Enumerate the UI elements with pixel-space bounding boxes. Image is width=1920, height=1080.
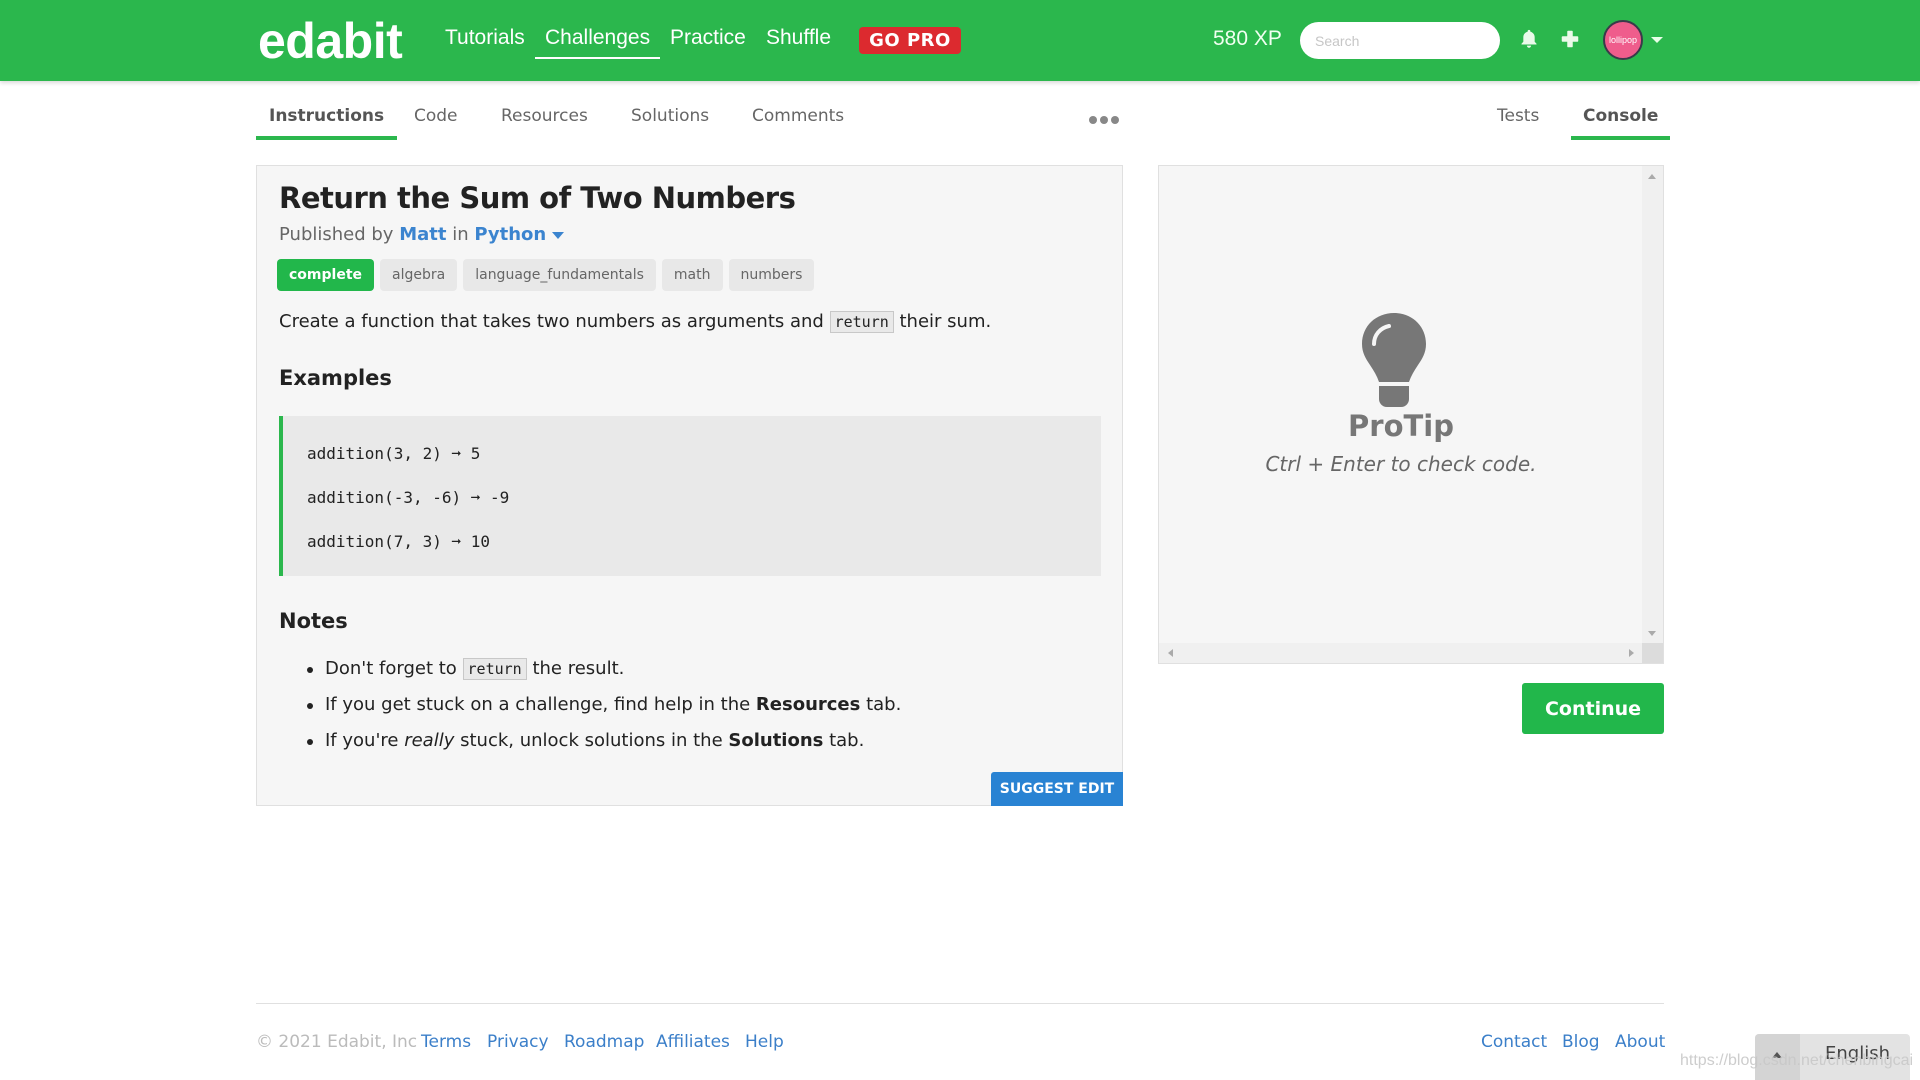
note-text: Don't forget to bbox=[325, 658, 457, 679]
author-link[interactable]: Matt bbox=[399, 224, 446, 245]
tag-language-fundamentals[interactable]: language_fundamentals bbox=[463, 259, 656, 291]
caret-down-icon bbox=[552, 231, 565, 239]
nav-practice[interactable]: Practice bbox=[670, 26, 746, 50]
scroll-up-icon[interactable] bbox=[1648, 174, 1656, 179]
published-prefix: Published by bbox=[279, 224, 394, 245]
note-text: If you're bbox=[325, 730, 399, 751]
tab-comments[interactable]: Comments bbox=[739, 106, 857, 136]
plus-icon[interactable] bbox=[1559, 28, 1581, 50]
note-text: tab. bbox=[829, 730, 865, 751]
chevron-down-icon[interactable] bbox=[1651, 37, 1663, 43]
protip-title: ProTip bbox=[1348, 409, 1454, 443]
continue-button[interactable]: Continue bbox=[1522, 683, 1664, 734]
language-label: Python bbox=[474, 224, 547, 245]
language-dropdown[interactable]: Python bbox=[474, 224, 565, 245]
note-text: the result. bbox=[532, 658, 625, 679]
footer-link-privacy[interactable]: Privacy bbox=[487, 1032, 549, 1052]
notes-list: Don't forget to return the result. If yo… bbox=[307, 653, 901, 761]
suggest-edit-button[interactable]: SUGGEST EDIT bbox=[991, 772, 1123, 806]
example-line: addition(-3, -6) ➞ -9 bbox=[307, 488, 510, 507]
examples-heading: Examples bbox=[279, 366, 392, 390]
footer-link-terms[interactable]: Terms bbox=[421, 1032, 471, 1052]
lightbulb-icon bbox=[1362, 313, 1426, 407]
more-options-icon[interactable] bbox=[1089, 116, 1119, 124]
tag-complete[interactable]: complete bbox=[277, 259, 375, 291]
note-item: If you get stuck on a challenge, find he… bbox=[307, 689, 901, 725]
tag-algebra[interactable]: algebra bbox=[380, 259, 458, 291]
desc-text: their sum. bbox=[899, 311, 992, 332]
examples-block: addition(3, 2) ➞ 5 addition(-3, -6) ➞ -9… bbox=[279, 416, 1101, 576]
vertical-scrollbar[interactable] bbox=[1642, 166, 1663, 644]
footer-link-roadmap[interactable]: Roadmap bbox=[564, 1032, 644, 1052]
scroll-left-icon[interactable] bbox=[1168, 649, 1173, 657]
tab-tests[interactable]: Tests bbox=[1484, 106, 1552, 136]
challenge-title: Return the Sum of Two Numbers bbox=[279, 181, 796, 215]
challenge-description: Create a function that takes two numbers… bbox=[279, 311, 992, 333]
example-line: addition(3, 2) ➞ 5 bbox=[307, 444, 481, 463]
tab-instructions[interactable]: Instructions bbox=[256, 106, 398, 140]
console-panel: ProTip Ctrl + Enter to check code. bbox=[1158, 165, 1664, 664]
note-bold: Solutions bbox=[728, 730, 824, 751]
footer-link-affiliates[interactable]: Affiliates bbox=[656, 1032, 730, 1052]
published-info: Published by Matt in Python bbox=[279, 224, 565, 245]
horizontal-scrollbar[interactable] bbox=[1159, 643, 1643, 663]
note-text: stuck, unlock solutions in the bbox=[460, 730, 723, 751]
scroll-down-icon[interactable] bbox=[1648, 631, 1656, 636]
scrollbar-corner bbox=[1642, 643, 1663, 663]
footer-link-about[interactable]: About bbox=[1615, 1032, 1665, 1052]
footer-link-blog[interactable]: Blog bbox=[1562, 1032, 1600, 1052]
footer-link-contact[interactable]: Contact bbox=[1481, 1032, 1547, 1052]
in-word: in bbox=[452, 224, 469, 245]
footer-divider bbox=[256, 1003, 1664, 1004]
instructions-panel: Return the Sum of Two Numbers Published … bbox=[256, 165, 1123, 806]
note-text: If you get stuck on a challenge, find he… bbox=[325, 694, 751, 715]
note-text: tab. bbox=[866, 694, 902, 715]
note-item: If you're really stuck, unlock solutions… bbox=[307, 725, 901, 761]
note-bold: Resources bbox=[755, 694, 861, 715]
inline-code: return bbox=[829, 311, 894, 333]
go-pro-button[interactable]: GO PRO bbox=[859, 27, 961, 54]
copyright-text: © 2021 Edabit, Inc bbox=[256, 1032, 418, 1052]
tab-console[interactable]: Console bbox=[1571, 106, 1671, 140]
inline-code: return bbox=[462, 658, 527, 680]
user-avatar[interactable]: lollipop bbox=[1603, 20, 1643, 60]
edabit-logo[interactable]: edabit bbox=[258, 12, 403, 70]
bell-icon[interactable] bbox=[1518, 28, 1540, 50]
nav-challenges[interactable]: Challenges bbox=[535, 26, 661, 59]
tab-resources[interactable]: Resources bbox=[488, 106, 601, 136]
search-input[interactable] bbox=[1300, 22, 1500, 59]
top-navbar: edabit Tutorials Challenges Practice Shu… bbox=[0, 0, 1920, 81]
example-line: addition(7, 3) ➞ 10 bbox=[307, 532, 491, 551]
nav-shuffle[interactable]: Shuffle bbox=[766, 26, 831, 50]
note-item: Don't forget to return the result. bbox=[307, 653, 901, 689]
footer-link-help[interactable]: Help bbox=[745, 1032, 784, 1052]
tag-numbers[interactable]: numbers bbox=[728, 259, 815, 291]
nav-tutorials[interactable]: Tutorials bbox=[445, 26, 525, 50]
xp-counter: 580 XP bbox=[1213, 27, 1282, 50]
tab-solutions[interactable]: Solutions bbox=[618, 106, 722, 136]
tag-math[interactable]: math bbox=[661, 259, 723, 291]
notes-heading: Notes bbox=[279, 609, 348, 633]
scroll-right-icon[interactable] bbox=[1629, 649, 1634, 657]
note-italic: really bbox=[404, 730, 455, 751]
tag-list: complete algebra language_fundamentals m… bbox=[277, 259, 815, 291]
tab-code[interactable]: Code bbox=[401, 106, 471, 136]
watermark-text: https://blog.csdn.net/chenbingcai bbox=[1680, 1052, 1914, 1069]
desc-text: Create a function that takes two numbers… bbox=[279, 311, 824, 332]
protip-text: Ctrl + Enter to check code. bbox=[1265, 452, 1537, 476]
